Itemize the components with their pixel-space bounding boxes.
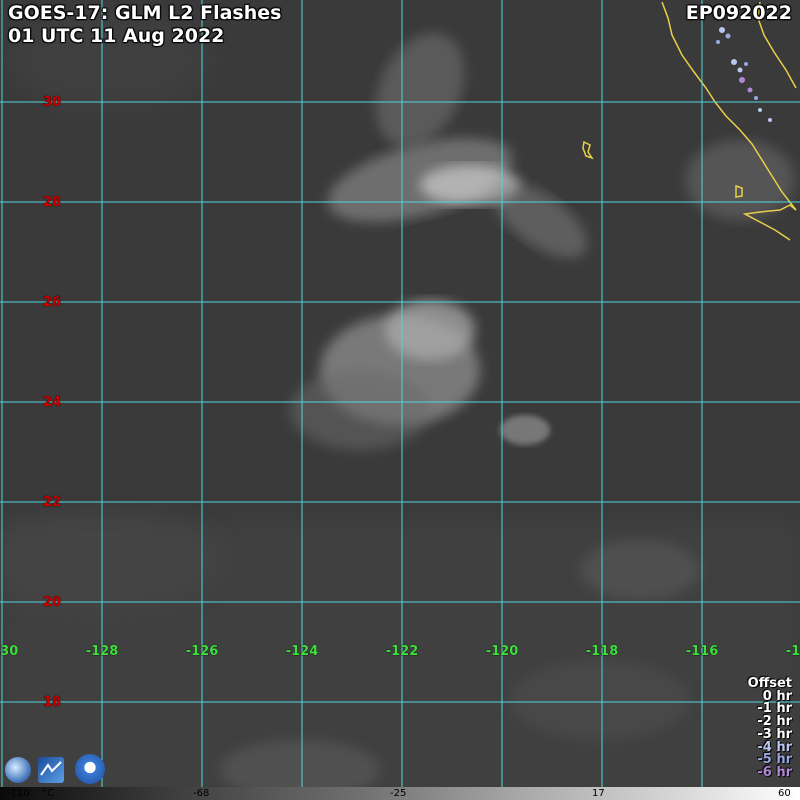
lon-label: -130 bbox=[0, 644, 18, 659]
colorbar-tick: 17 bbox=[592, 788, 605, 799]
globe-logo bbox=[5, 757, 31, 783]
title-line-1: GOES-17: GLM L2 Flashes bbox=[8, 2, 282, 24]
colorbar-tick: -110 bbox=[7, 788, 30, 799]
colorbar-unit: °C bbox=[42, 788, 54, 799]
lat-label: 24 bbox=[43, 395, 61, 410]
colorbar-tick: -25 bbox=[390, 788, 407, 799]
lat-label: 18 bbox=[43, 695, 61, 710]
colorbar-tick: -68 bbox=[193, 788, 210, 799]
title-line-2: 01 UTC 11 Aug 2022 bbox=[8, 25, 225, 47]
temperature-colorbar: -110 °C -68 -25 17 60 bbox=[0, 787, 800, 800]
lon-label: -122 bbox=[386, 644, 419, 659]
offset-legend: Offset 0 hr -1 hr -2 hr -3 hr -4 hr -5 h… bbox=[748, 677, 792, 780]
lon-label: -114 bbox=[786, 644, 800, 659]
lon-label: -124 bbox=[286, 644, 319, 659]
map-canvas: 30 28 26 24 22 20 18 -130 -128 -126 -124… bbox=[0, 0, 800, 800]
lat-label: 30 bbox=[43, 95, 61, 110]
colorbar-tick: 60 bbox=[778, 788, 791, 799]
legend-item: -6 hr bbox=[757, 764, 792, 780]
lat-label: 22 bbox=[43, 495, 61, 510]
lon-label: -120 bbox=[486, 644, 519, 659]
lon-label: -116 bbox=[686, 644, 719, 659]
lat-label: 28 bbox=[43, 195, 61, 210]
satellite-map: 30 28 26 24 22 20 18 -130 -128 -126 -124… bbox=[0, 0, 800, 800]
lat-label: 20 bbox=[43, 595, 61, 610]
lon-label: -126 bbox=[186, 644, 219, 659]
lat-label: 26 bbox=[43, 295, 61, 310]
lon-label: -128 bbox=[86, 644, 119, 659]
noaa-logo bbox=[38, 757, 64, 783]
rammb-logo bbox=[75, 754, 105, 784]
lon-label: -118 bbox=[586, 644, 619, 659]
storm-id: EP092022 bbox=[685, 2, 792, 24]
